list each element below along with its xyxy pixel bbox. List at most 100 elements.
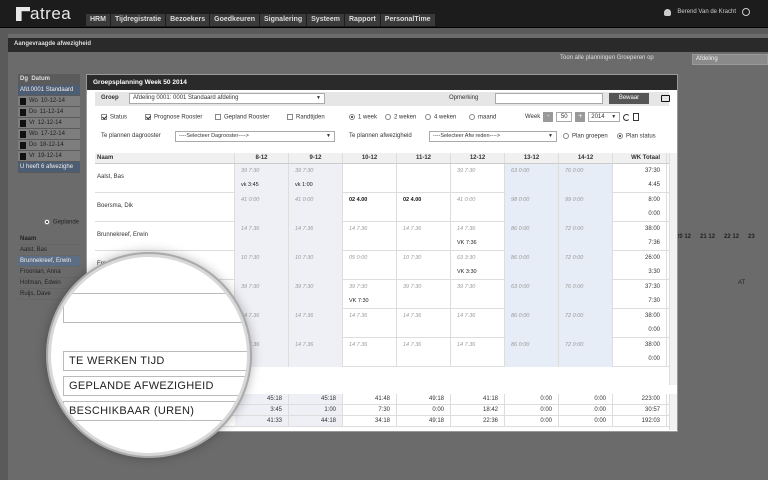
day-cell[interactable]: 63 0:00 (505, 164, 559, 193)
day-cell[interactable]: 02 4.00 (397, 193, 451, 222)
day-cell[interactable]: 63 0:00 (505, 280, 559, 309)
nav-systeem[interactable]: Systeem (307, 14, 344, 26)
day-cell[interactable]: 14 7.36 (397, 222, 451, 251)
day-cell[interactable]: 41 0:00 (235, 193, 289, 222)
refresh-icon[interactable] (623, 113, 631, 121)
name-row[interactable]: Brunnekreef, Erwin (18, 256, 80, 267)
plan-status-radio[interactable]: Plan status (617, 133, 656, 140)
status-checkbox[interactable]: Status (101, 114, 127, 121)
day-cell[interactable]: 86 0:00 (505, 338, 559, 367)
gepland-checkbox[interactable]: Gepland Rooster (215, 114, 269, 121)
period-month[interactable]: maand (469, 114, 496, 121)
name-row[interactable]: Hofman, Edwin (18, 278, 80, 289)
day-cell[interactable]: 41 0:00 (451, 193, 505, 222)
day-cell[interactable]: 14 7.36 (289, 222, 343, 251)
group-by-select[interactable]: Afdeling (692, 54, 768, 65)
remark-input[interactable] (495, 93, 603, 104)
randtijden-checkbox[interactable]: Randtijden (287, 114, 325, 121)
calendar-icon[interactable] (633, 113, 640, 121)
nav-personaltime[interactable]: PersonalTime (380, 14, 435, 26)
period-2-weeks[interactable]: 2 weken (385, 114, 416, 121)
day-cell[interactable]: 14 7.36 (235, 222, 289, 251)
year-select[interactable]: 2014 ▼ (588, 112, 621, 122)
group-select[interactable]: Afdeling 0001: 0001 Standaard afdeling ▼ (129, 93, 325, 104)
day-cell[interactable]: 86 0:00 (505, 251, 559, 280)
day-cell[interactable]: 39 7:30 (289, 280, 343, 309)
col-naam[interactable]: Naam (95, 153, 235, 163)
nav-goedkeuren[interactable]: Goedkeuren (210, 14, 260, 26)
day-cell[interactable] (343, 164, 397, 193)
day-cell[interactable]: 72 0:00 (559, 338, 613, 367)
day-cell[interactable]: 14 7.36 (343, 222, 397, 251)
day-cell[interactable]: 10 7:30 (289, 251, 343, 280)
day-cell[interactable]: 99 0:00 (559, 193, 613, 222)
schedule-code: 72 0:00 (565, 255, 584, 261)
save-button[interactable]: Bewaar (609, 93, 649, 104)
day-cell[interactable]: 72 0:00 (559, 251, 613, 280)
absence-row[interactable]: Do 11-12-14 (18, 107, 80, 118)
day-cell[interactable]: 14 7.36 (343, 338, 397, 367)
logout-icon[interactable] (742, 8, 750, 16)
day-cell[interactable]: 41 0:00 (289, 193, 343, 222)
day-cell[interactable]: 14 7.36 (397, 309, 451, 338)
name-row[interactable]: Aalst, Bas (18, 245, 80, 256)
nav-tijdregistratie[interactable]: Tijdregistratie (110, 14, 166, 26)
employee-name[interactable]: Aalst, Bas (95, 164, 235, 192)
absence-row[interactable]: Wo 17-12-14 (18, 129, 80, 140)
absence-row[interactable]: Vr 12-12-14 (18, 118, 80, 129)
day-cell[interactable]: 63 3:30 VK 3:30 (451, 251, 505, 280)
day-cell[interactable]: 39 7:30 vk 1:00 (289, 164, 343, 193)
employee-name[interactable]: Boersma, Dik (95, 193, 235, 221)
nav-rapport[interactable]: Rapport (344, 14, 380, 26)
week-prev-button[interactable]: - (543, 112, 554, 122)
employee-name[interactable]: Brunnekreef, Erwin (95, 222, 235, 250)
day-cell[interactable]: 39 7:30 (397, 280, 451, 309)
day-cell[interactable]: 39 7:30 VK 7:30 (343, 280, 397, 309)
period-1-week[interactable]: 1 week (349, 114, 377, 121)
app-logo[interactable]: atrea (16, 4, 71, 23)
plan-groepen-radio[interactable]: Plan groepen (563, 133, 608, 140)
day-cell[interactable]: 39 7:30 vk 3:45 (235, 164, 289, 193)
day-cell[interactable]: 14 7.36 (289, 309, 343, 338)
day-cell[interactable]: 39 7:30 (451, 280, 505, 309)
day-cell[interactable]: 72 0:00 (559, 309, 613, 338)
absence-row[interactable]: Vr 19-12-14 (18, 151, 80, 162)
day-cell[interactable]: 72 0:00 (559, 222, 613, 251)
day-cell[interactable]: 14 7.36 VK 7:36 (451, 222, 505, 251)
day-cell[interactable]: 14 7.36 (451, 309, 505, 338)
afwezigheid-select[interactable]: ----Selecteer Afw reden----> ▼ (429, 131, 557, 142)
nav-hrm[interactable]: HRM (86, 14, 110, 26)
day-cell[interactable]: 98 0:00 (505, 193, 559, 222)
day-cell[interactable]: 14 7.36 (397, 338, 451, 367)
absence-row[interactable]: Do 18-12-14 (18, 140, 80, 151)
day-cell[interactable]: 14 7.36 (451, 338, 505, 367)
period-4-weeks[interactable]: 4 weken (425, 114, 456, 121)
absence-row[interactable]: Wo 10-12-14 (18, 96, 80, 107)
day-cell[interactable]: 02 4.00 (343, 193, 397, 222)
grid-scrollbar[interactable] (669, 153, 677, 385)
planned-radio[interactable] (44, 219, 50, 225)
planned-radio-label[interactable]: Geplande (44, 219, 79, 226)
day-cell[interactable]: 10 7:30 (235, 251, 289, 280)
day-cell[interactable]: 05 0:00 (343, 251, 397, 280)
dagrooster-select[interactable]: ----Selecteer Dagrooster----> ▼ (175, 131, 335, 142)
day-cell[interactable]: 14 7.36 (289, 338, 343, 367)
print-icon[interactable] (661, 95, 670, 102)
day-cell[interactable] (397, 164, 451, 193)
day-cell[interactable]: 10 7:30 (397, 251, 451, 280)
prognose-checkbox[interactable]: Prognose Rooster (145, 114, 202, 121)
summary-scrollbar[interactable] (669, 394, 677, 430)
day-cell[interactable]: 86 0:00 (505, 309, 559, 338)
week-next-button[interactable]: + (575, 112, 586, 122)
day-cell[interactable]: 86 0:00 (505, 222, 559, 251)
day-cell[interactable]: 14 7.36 (343, 309, 397, 338)
nav-bezoekers[interactable]: Bezoekers (166, 14, 210, 26)
user-name[interactable]: Berend Van de Kracht (677, 9, 736, 15)
name-row[interactable]: Froonian, Anna (18, 267, 80, 278)
absence-dept-row[interactable]: Afd.0001 Standaard (18, 85, 80, 96)
day-cell[interactable]: 76 0:00 (559, 280, 613, 309)
day-cell[interactable]: 39 7:30 (451, 164, 505, 193)
nav-signalering[interactable]: Signalering (260, 14, 307, 26)
day-cell[interactable]: 76 0:00 (559, 164, 613, 193)
week-input[interactable]: 50 (556, 112, 573, 122)
